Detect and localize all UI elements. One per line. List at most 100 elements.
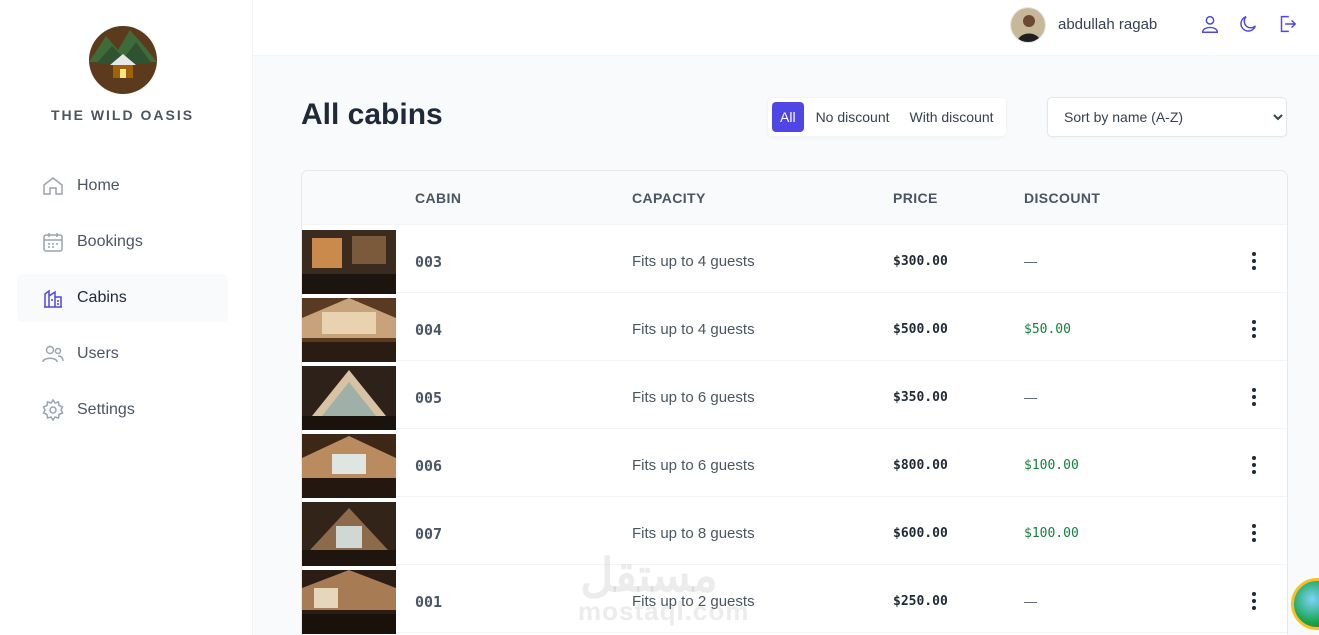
cabin-price: $800.00 [893, 458, 948, 473]
avatar[interactable] [1010, 7, 1046, 43]
row-menu-button[interactable] [1242, 521, 1266, 545]
dot-icon [1252, 320, 1256, 324]
dot-icon [1252, 252, 1256, 256]
dot-icon [1252, 592, 1256, 596]
logout-button[interactable] [1276, 13, 1300, 37]
cabin-discount: $50.00 [1024, 322, 1071, 337]
dot-icon [1252, 531, 1256, 535]
gear-icon [42, 398, 64, 422]
sidebar-item-home[interactable]: Home [17, 162, 228, 210]
discount-filter: All No discount With discount [767, 97, 1007, 137]
table-row: 001 Fits up to 2 guests $250.00 — [302, 565, 1287, 634]
cabin-capacity: Fits up to 6 guests [632, 457, 755, 474]
cabin-name: 003 [415, 253, 443, 271]
column-header-discount: DISCOUNT [1024, 190, 1101, 206]
dot-icon [1252, 538, 1256, 542]
cabin-discount: $100.00 [1024, 458, 1079, 473]
filter-no-discount-button[interactable]: No discount [807, 102, 898, 132]
dot-icon [1252, 395, 1256, 399]
home-icon [43, 177, 63, 195]
dark-mode-toggle[interactable] [1237, 13, 1261, 37]
sidebar-item-label: Home [77, 177, 120, 194]
cabin-discount: $100.00 [1024, 526, 1079, 541]
cabin-discount: — [1024, 594, 1037, 609]
table-row: 004 Fits up to 4 guests $500.00 $50.00 [302, 293, 1287, 362]
sidebar-item-users[interactable]: Users [17, 330, 228, 378]
cabin-image [302, 502, 396, 566]
user-icon [1201, 15, 1219, 33]
row-menu-button[interactable] [1242, 317, 1266, 341]
cabin-icon [44, 289, 62, 308]
cabin-discount: — [1024, 254, 1037, 269]
moon-icon [1240, 15, 1257, 32]
cabin-name: 007 [415, 525, 443, 543]
table-header: CABIN CAPACITY PRICE DISCOUNT [302, 171, 1287, 225]
cabin-price: $500.00 [893, 322, 948, 337]
dot-icon [1252, 463, 1256, 467]
sidebar-item-label: Users [77, 345, 119, 362]
sidebar-item-bookings[interactable]: Bookings [17, 218, 228, 266]
filter-all-button[interactable]: All [772, 102, 804, 132]
cabin-name: 006 [415, 457, 443, 475]
cabin-name: 001 [415, 593, 443, 611]
cabin-capacity: Fits up to 4 guests [632, 321, 755, 338]
column-header-price: PRICE [893, 190, 938, 206]
column-header-capacity: CAPACITY [632, 190, 706, 206]
cabin-capacity: Fits up to 6 guests [632, 389, 755, 406]
dot-icon [1252, 470, 1256, 474]
logout-icon [1280, 15, 1297, 33]
cabin-capacity: Fits up to 8 guests [632, 525, 755, 542]
row-menu-button[interactable] [1242, 249, 1266, 273]
dot-icon [1252, 456, 1256, 460]
cabin-price: $350.00 [893, 390, 948, 405]
sidebar-item-label: Cabins [77, 289, 127, 306]
dot-icon [1252, 259, 1256, 263]
dot-icon [1252, 266, 1256, 270]
dot-icon [1252, 327, 1256, 331]
account-button[interactable] [1199, 13, 1223, 37]
dot-icon [1252, 334, 1256, 338]
top-header: abdullah ragab [253, 0, 1319, 56]
cabin-name: 004 [415, 321, 443, 339]
sidebar-item-label: Settings [77, 401, 135, 418]
dot-icon [1252, 599, 1256, 603]
cabin-price: $600.00 [893, 526, 948, 541]
table-row: 006 Fits up to 6 guests $800.00 $100.00 [302, 429, 1287, 498]
cabin-name: 005 [415, 389, 443, 407]
sidebar-item-label: Bookings [77, 233, 143, 250]
table-row: 007 Fits up to 8 guests $600.00 $100.00 [302, 497, 1287, 566]
row-menu-button[interactable] [1242, 385, 1266, 409]
cabin-image [302, 434, 396, 498]
cabin-capacity: Fits up to 4 guests [632, 253, 755, 270]
cabin-image [302, 570, 396, 634]
table-row: 003 Fits up to 4 guests $300.00 — [302, 225, 1287, 294]
watermark-latin: mostaql.com [578, 596, 750, 626]
sort-select[interactable]: Sort by name (A-Z) [1047, 97, 1287, 137]
filter-with-discount-button[interactable]: With discount [901, 102, 1002, 132]
sidebar: THE WILD OASIS Home Bookings Cabins User… [0, 0, 253, 635]
users-icon [42, 345, 64, 363]
calendar-icon [43, 233, 63, 252]
avatar-photo [1011, 8, 1045, 42]
page-title: All cabins [301, 98, 443, 131]
dot-icon [1252, 402, 1256, 406]
row-menu-button[interactable] [1242, 589, 1266, 613]
main-nav: Home Bookings Cabins Users Settings [17, 162, 228, 442]
cabin-image [302, 298, 396, 362]
sidebar-item-settings[interactable]: Settings [17, 386, 228, 434]
cabin-image [302, 230, 396, 294]
dot-icon [1252, 524, 1256, 528]
row-menu-button[interactable] [1242, 453, 1266, 477]
column-header-cabin: CABIN [415, 190, 462, 206]
dot-icon [1252, 606, 1256, 610]
cabin-discount: — [1024, 390, 1037, 405]
cabin-price: $300.00 [893, 254, 948, 269]
cabin-price: $250.00 [893, 594, 948, 609]
dot-icon [1252, 388, 1256, 392]
sidebar-item-cabins[interactable]: Cabins [17, 274, 228, 322]
user-name: abdullah ragab [1058, 16, 1158, 33]
cabins-table: CABIN CAPACITY PRICE DISCOUNT 003 Fits u… [301, 170, 1288, 635]
watermark-arabic: مستقل [580, 549, 718, 601]
floating-badge-icon[interactable] [1291, 578, 1319, 630]
cabin-image [302, 366, 396, 430]
